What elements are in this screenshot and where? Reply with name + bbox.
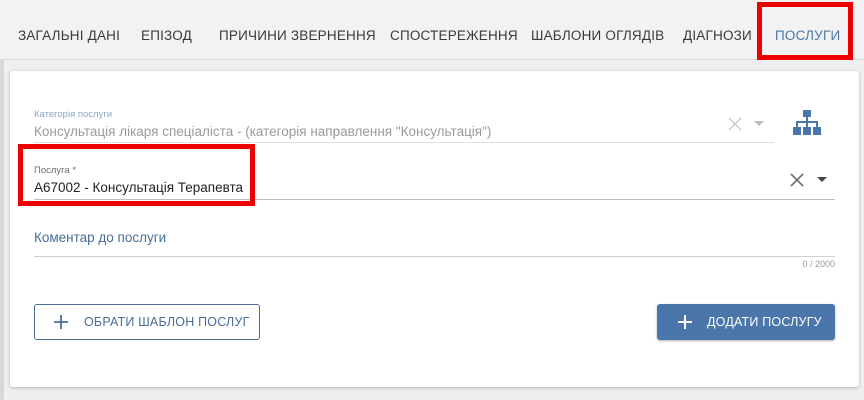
left-edge-strip <box>0 60 4 400</box>
tab-exam-templates[interactable]: ШАБЛОНИ ОГЛЯДІВ <box>531 0 664 60</box>
service-label: Послуга * <box>34 165 77 176</box>
hierarchy-icon[interactable] <box>790 108 824 138</box>
tab-diagnoses[interactable]: ДІАГНОЗИ <box>683 0 752 60</box>
category-field: Категорія послуги Консультація лікаря сп… <box>34 109 774 143</box>
category-underline <box>34 142 774 143</box>
service-close-icon[interactable] <box>788 171 806 189</box>
tab-services[interactable]: ПОСЛУГИ <box>775 0 840 60</box>
service-comment-underline <box>34 256 835 257</box>
service-comment-placeholder: Коментар до послуги <box>34 230 167 245</box>
select-service-template-label: ОБРАТИ ШАБЛОН ПОСЛУГ <box>84 315 250 329</box>
tab-observations[interactable]: СПОСТЕРЕЖЕННЯ <box>390 0 518 60</box>
service-field[interactable]: Послуга * А67002 - Консультація Терапевт… <box>34 165 835 201</box>
services-form-card: Категорія послуги Консультація лікаря сп… <box>10 71 859 387</box>
tab-bar: ЗАГАЛЬНІ ДАНІ ЕПІЗОД ПРИЧИНИ ЗВЕРНЕННЯ С… <box>0 0 864 60</box>
add-service-button[interactable]: ДОДАТИ ПОСЛУГУ <box>657 304 835 340</box>
comment-char-counter: 0 / 2000 <box>802 259 835 269</box>
add-service-label: ДОДАТИ ПОСЛУГУ <box>707 315 822 329</box>
service-chevron-down-icon[interactable] <box>815 173 829 187</box>
tab-reasons[interactable]: ПРИЧИНИ ЗВЕРНЕННЯ <box>219 0 376 60</box>
tab-general[interactable]: ЗАГАЛЬНІ ДАНІ <box>18 0 120 60</box>
category-chevron-down-icon <box>752 117 766 131</box>
service-comment-field[interactable]: Коментар до послуги <box>34 229 835 257</box>
category-clear-icon <box>726 115 744 133</box>
category-value: Консультація лікаря спеціаліста - (катег… <box>34 124 492 139</box>
tab-episode[interactable]: ЕПІЗОД <box>141 0 192 60</box>
plus-icon <box>53 314 69 330</box>
select-service-template-button[interactable]: ОБРАТИ ШАБЛОН ПОСЛУГ <box>34 304 260 340</box>
plus-icon <box>677 314 693 330</box>
service-value: А67002 - Консультація Терапевта <box>34 180 244 195</box>
category-label: Категорія послуги <box>34 109 113 120</box>
service-underline <box>34 199 835 200</box>
